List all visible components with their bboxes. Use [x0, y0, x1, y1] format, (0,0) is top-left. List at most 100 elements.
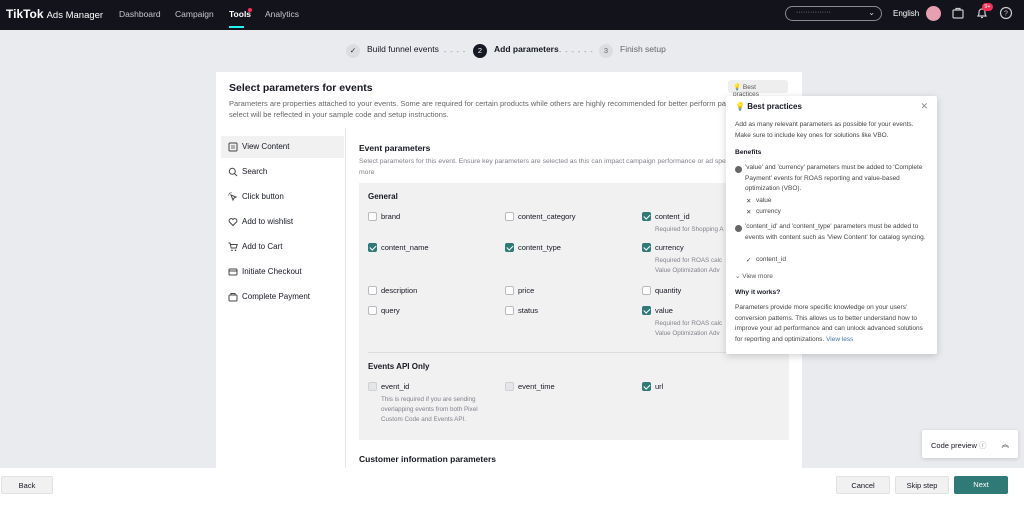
- step-3-number: 3: [599, 44, 613, 58]
- event-item-view-content[interactable]: View Content: [221, 136, 344, 158]
- event-item-complete-payment[interactable]: Complete Payment: [221, 286, 344, 308]
- benefit-item: value: [756, 197, 772, 204]
- step-divider: - - - -: [444, 49, 467, 56]
- benefit-item: currency: [756, 208, 781, 215]
- view-more-link[interactable]: ⌄ View more: [735, 272, 773, 280]
- brand-checkbox[interactable]: [368, 212, 377, 221]
- checkout-icon: [228, 268, 238, 276]
- param-label: event_time: [518, 382, 555, 391]
- content-id-checkbox[interactable]: [642, 212, 651, 221]
- lightbulb-icon: 💡: [735, 102, 745, 111]
- popover-intro: Add as many relevant parameters as possi…: [735, 121, 914, 139]
- event-item-initiate-checkout[interactable]: Initiate Checkout: [221, 261, 344, 283]
- param-note: Required for Shopping A: [655, 226, 724, 233]
- param-label: quantity: [655, 286, 682, 295]
- briefcase-icon[interactable]: [951, 6, 965, 20]
- why-heading: Why it works?: [735, 289, 781, 296]
- svg-text:?: ?: [1004, 11, 1008, 18]
- chevron-up-icon[interactable]: ︽: [1002, 439, 1010, 450]
- next-button[interactable]: Next: [954, 476, 1008, 494]
- cancel-button[interactable]: Cancel: [836, 476, 890, 494]
- nav-campaign[interactable]: Campaign: [175, 9, 214, 19]
- content-category-checkbox[interactable]: [505, 212, 514, 221]
- price-checkbox[interactable]: [505, 286, 514, 295]
- event-list: View Content Search Click button Add to …: [216, 128, 346, 468]
- param-label: content_name: [381, 243, 429, 252]
- section-divider: [368, 352, 780, 353]
- content-name-checkbox[interactable]: [368, 243, 377, 252]
- event-item-click-button[interactable]: Click button: [221, 186, 344, 208]
- chevron-down-icon: ⌄: [868, 8, 875, 17]
- param-note: Value Optimization Adv: [655, 330, 720, 337]
- status-checkbox[interactable]: [505, 306, 514, 315]
- currency-checkbox[interactable]: [642, 243, 651, 252]
- user-avatar[interactable]: [926, 6, 941, 21]
- step-divider: - - - - - -: [559, 49, 594, 56]
- benefit-icon: [735, 166, 742, 173]
- event-parameters-title: Event parameters: [359, 143, 431, 153]
- general-section-title: General: [368, 192, 398, 201]
- param-label: query: [381, 306, 400, 315]
- url-checkbox[interactable]: [642, 382, 651, 391]
- event-time-checkbox[interactable]: [505, 382, 514, 391]
- help-icon[interactable]: ?: [999, 6, 1013, 20]
- query-checkbox[interactable]: [368, 306, 377, 315]
- x-icon: ✕: [746, 198, 752, 205]
- benefit-text: 'content_id' and 'content_type' paramete…: [745, 223, 926, 241]
- top-navigation-bar: TikTok Ads Manager Dashboard Campaign Too…: [0, 0, 1024, 30]
- param-label: currency: [655, 243, 684, 252]
- account-selector[interactable]: ··············· ⌄: [785, 6, 882, 21]
- benefit-item: content_id: [756, 256, 786, 263]
- param-label: url: [655, 382, 664, 391]
- info-icon: ⓘ: [978, 441, 987, 450]
- param-label: brand: [381, 212, 401, 221]
- language-selector[interactable]: English: [893, 9, 919, 18]
- benefit-text: 'value' and 'currency' parameters must b…: [745, 164, 923, 192]
- value-checkbox[interactable]: [642, 306, 651, 315]
- param-label: event_id: [381, 382, 410, 391]
- check-icon: ✓: [746, 257, 752, 264]
- code-preview-panel[interactable]: Code preview ⓘ ︽: [922, 430, 1018, 458]
- x-icon: ✕: [746, 209, 752, 216]
- event-id-checkbox[interactable]: [368, 382, 377, 391]
- param-label: content_id: [655, 212, 690, 221]
- content-type-checkbox[interactable]: [505, 243, 514, 252]
- card-description: Parameters are properties attached to yo…: [229, 99, 770, 119]
- view-less-link[interactable]: View less: [826, 336, 853, 343]
- search-icon: [228, 167, 238, 177]
- cart-icon: [228, 242, 238, 252]
- nav-dashboard[interactable]: Dashboard: [119, 9, 161, 19]
- quantity-checkbox[interactable]: [642, 286, 651, 295]
- event-item-search[interactable]: Search: [221, 161, 344, 183]
- param-label: description: [381, 286, 418, 295]
- param-note: Required for ROAS calc: [655, 257, 723, 264]
- close-icon[interactable]: ✕: [920, 101, 928, 112]
- nav-analytics[interactable]: Analytics: [265, 9, 299, 19]
- event-item-add-to-cart[interactable]: Add to Cart: [221, 236, 344, 258]
- notification-badge: 9+: [982, 3, 993, 11]
- best-practices-button[interactable]: 💡 Best practices: [728, 80, 788, 98]
- bottom-action-bar: Back Cancel Skip step Next: [0, 468, 1024, 511]
- event-item-add-to-wishlist[interactable]: Add to wishlist: [221, 211, 344, 233]
- tiktok-logo[interactable]: TikTok Ads Manager: [6, 7, 103, 21]
- back-button[interactable]: Back: [1, 476, 53, 494]
- popover-title: 💡 Best practices: [735, 102, 802, 111]
- benefits-heading: Benefits: [735, 149, 762, 156]
- parameters-card: Select parameters for events Parameters …: [216, 72, 802, 468]
- benefit-icon: [735, 225, 742, 232]
- heart-icon: [228, 218, 238, 227]
- param-note: Required for ROAS calc: [655, 320, 723, 327]
- cursor-click-icon: [228, 192, 238, 202]
- step-2-label: Add parameters: [494, 44, 559, 54]
- page-title: Select parameters for events: [229, 82, 373, 94]
- document-icon: [228, 142, 238, 152]
- description-checkbox[interactable]: [368, 286, 377, 295]
- active-nav-indicator: [229, 26, 244, 28]
- skip-step-button[interactable]: Skip step: [895, 476, 949, 494]
- customer-info-title: Customer information parameters: [359, 454, 496, 464]
- param-label: content_type: [518, 243, 561, 252]
- param-note: Value Optimization Adv: [655, 267, 720, 274]
- param-label: content_category: [518, 212, 576, 221]
- step-complete-check-icon: ✓: [346, 44, 360, 58]
- event-parameters-description: Select parameters for this event. Ensure…: [359, 158, 734, 176]
